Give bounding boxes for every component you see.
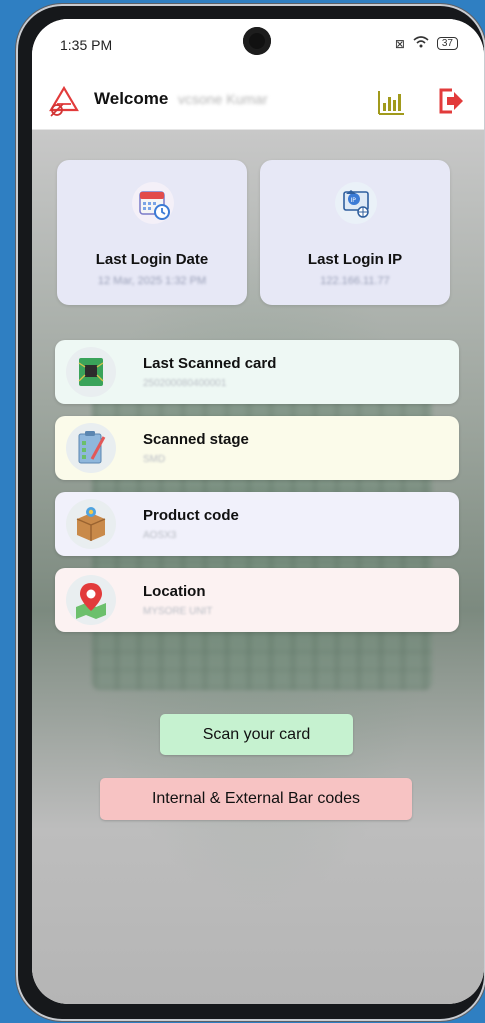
last-login-ip-value: 122.166.11.77 <box>320 275 390 287</box>
product-code-title: Product code <box>143 507 239 524</box>
wifi-icon <box>413 36 429 51</box>
map-pin-icon <box>66 575 116 625</box>
app-screen: 1:35 PM ⊠ 37 Welcome vcsone Kumar Last L… <box>32 19 484 1004</box>
last-login-ip-title: Last Login IP <box>307 251 403 268</box>
scanned-stage-row: Scanned stage SMD <box>55 416 459 480</box>
scanned-stage-title: Scanned stage <box>143 431 249 448</box>
sim-icon: ⊠ <box>394 36 405 51</box>
svg-text:IP: IP <box>351 197 357 204</box>
barcodes-button[interactable]: Internal & External Bar codes <box>100 778 412 820</box>
user-name: vcsone Kumar <box>178 91 268 107</box>
app-header: Welcome vcsone Kumar <box>32 71 484 130</box>
front-camera <box>243 27 271 55</box>
last-login-ip-card: IP Last Login IP 122.166.11.77 <box>260 160 450 305</box>
ip-address-icon: IP <box>335 182 377 224</box>
box-icon <box>66 499 116 549</box>
last-login-date-card: Last Login Date 12 Mar, 2025 1:32 PM <box>57 160 247 305</box>
product-code-value: AOSX3 <box>143 530 177 541</box>
last-login-date-value: 12 Mar, 2025 1:32 PM <box>97 275 207 287</box>
circuit-chip-icon <box>66 347 116 397</box>
bar-chart-icon[interactable] <box>378 91 404 115</box>
company-logo <box>48 85 80 117</box>
last-scanned-card-title: Last Scanned card <box>143 355 277 372</box>
status-bar: 1:35 PM ⊠ 37 <box>32 19 484 71</box>
product-code-row: Product code AOSX3 <box>55 492 459 556</box>
location-title: Location <box>143 583 206 600</box>
clipboard-checklist-icon <box>66 423 116 473</box>
status-time: 1:35 PM <box>60 37 113 53</box>
scan-card-button[interactable]: Scan your card <box>160 714 353 755</box>
last-scanned-card-row: Last Scanned card 250200080400001 <box>55 340 459 404</box>
scanned-stage-value: SMD <box>143 454 166 465</box>
location-value: MYSORE UNIT <box>143 606 213 617</box>
battery-icon: 37 <box>436 37 458 50</box>
logout-icon[interactable] <box>438 87 464 115</box>
welcome-text: Welcome <box>94 89 169 108</box>
location-row: Location MYSORE UNIT <box>55 568 459 632</box>
last-scanned-card-value: 250200080400001 <box>143 378 227 389</box>
last-login-date-title: Last Login Date <box>95 251 209 268</box>
calendar-clock-icon <box>132 182 174 224</box>
dashboard-body: Last Login Date 12 Mar, 2025 1:32 PM IP … <box>32 130 484 1004</box>
system-icons: ⊠ 37 <box>395 36 458 51</box>
